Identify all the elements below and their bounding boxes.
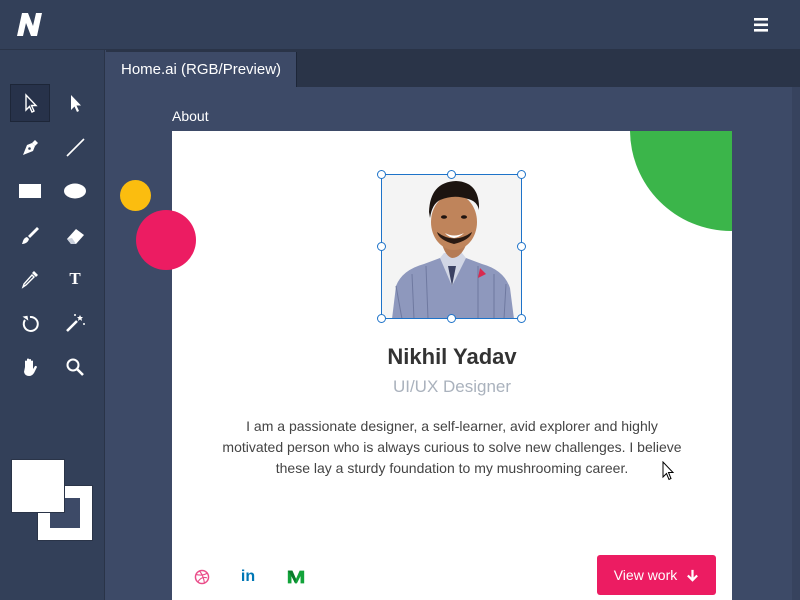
artboard-label[interactable]: About: [172, 108, 209, 124]
tools-panel: T: [0, 50, 105, 600]
profile-bio[interactable]: I am a passionate designer, a self-learn…: [218, 416, 686, 479]
eraser-tool-icon[interactable]: [55, 216, 95, 254]
type-tool-icon[interactable]: T: [55, 260, 95, 298]
resize-handle-left[interactable]: [377, 242, 386, 251]
type-tool-label: T: [69, 269, 81, 288]
rotate-tool-icon[interactable]: [10, 304, 50, 342]
top-bar: [0, 0, 800, 50]
document-tab-bar: Home.ai (RGB/Preview): [106, 50, 800, 87]
line-tool-icon[interactable]: [55, 128, 95, 166]
hand-tool-icon[interactable]: [10, 348, 50, 386]
resize-handle-top-right[interactable]: [517, 170, 526, 179]
ellipse-tool-icon[interactable]: [55, 172, 95, 210]
decorative-pink-dot[interactable]: [136, 210, 196, 270]
fill-color-swatch[interactable]: [11, 459, 65, 513]
brush-tool-icon[interactable]: [10, 216, 50, 254]
arrow-down-icon: [687, 569, 699, 582]
resize-handle-bottom-right[interactable]: [517, 314, 526, 323]
app-logo[interactable]: [14, 10, 44, 38]
resize-handle-bottom-left[interactable]: [377, 314, 386, 323]
direct-selection-icon[interactable]: [55, 84, 95, 122]
selection-arrow-icon[interactable]: [10, 84, 50, 122]
artboard[interactable]: Nikhil Yadav UI/UX Designer I am a passi…: [172, 131, 732, 600]
medium-icon[interactable]: [285, 566, 307, 588]
decorative-green-circle[interactable]: [630, 131, 732, 231]
view-work-button[interactable]: View work: [597, 555, 716, 595]
decorative-yellow-dot[interactable]: [120, 180, 151, 211]
view-work-label: View work: [613, 567, 678, 583]
pen-tool-icon[interactable]: [10, 128, 50, 166]
vertical-scrollbar[interactable]: [792, 87, 800, 600]
hamburger-menu-icon[interactable]: [752, 16, 772, 34]
resize-handle-top-left[interactable]: [377, 170, 386, 179]
eyedropper-tool-icon[interactable]: [10, 260, 50, 298]
mouse-pointer-icon: [662, 460, 676, 481]
rectangle-tool-icon[interactable]: [10, 172, 50, 210]
magic-wand-icon[interactable]: [55, 304, 95, 342]
linkedin-label: in: [240, 568, 256, 585]
resize-handle-right[interactable]: [517, 242, 526, 251]
profile-role[interactable]: UI/UX Designer: [172, 377, 732, 397]
zoom-tool-icon[interactable]: [55, 348, 95, 386]
tab-home-ai[interactable]: Home.ai (RGB/Preview): [106, 52, 298, 87]
selection-bounding-box[interactable]: [381, 174, 522, 319]
resize-handle-bottom[interactable]: [447, 314, 456, 323]
resize-handle-top[interactable]: [447, 170, 456, 179]
dribbble-icon[interactable]: [191, 566, 213, 588]
linkedin-icon[interactable]: in: [237, 566, 259, 588]
profile-name[interactable]: Nikhil Yadav: [172, 344, 732, 370]
